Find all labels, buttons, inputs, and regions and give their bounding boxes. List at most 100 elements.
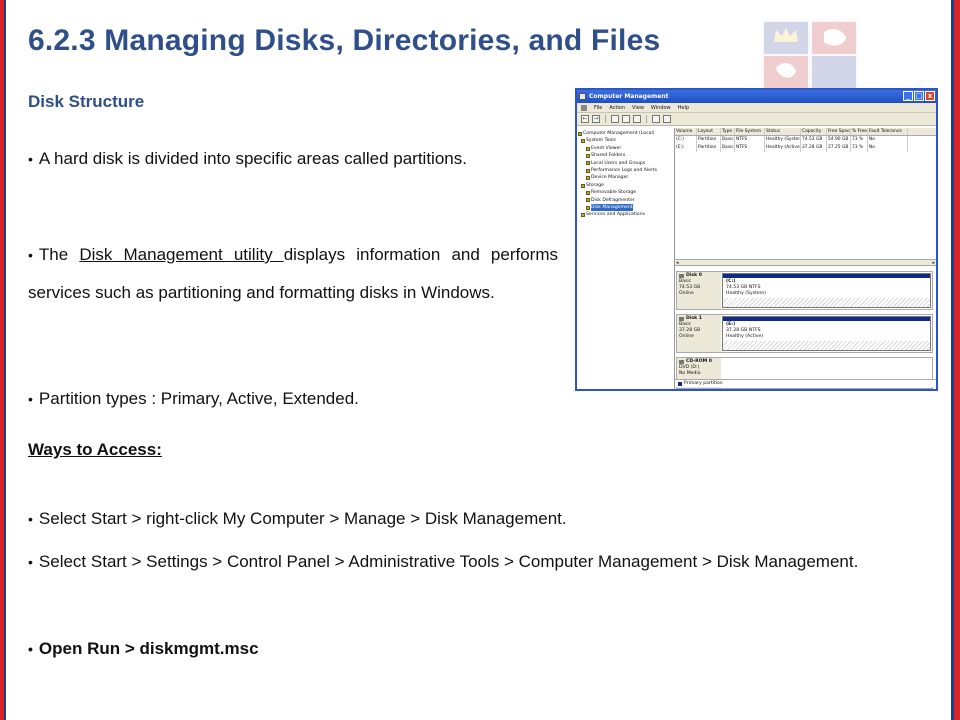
maximize-button[interactable]: □: [914, 91, 924, 101]
column-volume[interactable]: Volume: [675, 128, 697, 135]
performance-icon: [586, 168, 590, 173]
bullet-text: Select Start > right-click My Computer >…: [38, 509, 567, 528]
tree-item-services-applications[interactable]: Services and Applications: [578, 211, 673, 218]
partition-c[interactable]: (C:) 74.53 GB NTFS Healthy (System): [722, 273, 931, 308]
back-arrow-icon[interactable]: ←: [581, 115, 589, 123]
toolbar: ← →: [577, 113, 936, 126]
bullet-partition-types: • Partition types : Primary, Active, Exte…: [28, 380, 568, 418]
disk-icon: [679, 317, 684, 321]
cell-file-system: NTFS: [735, 136, 765, 144]
partition-legend: Primary partition: [675, 379, 936, 387]
show-hide-tree-icon[interactable]: [622, 115, 630, 123]
access-step-control-panel: • Select Start > Settings > Control Panel…: [28, 543, 940, 581]
window-title: Computer Management: [589, 93, 669, 100]
computer-icon: [578, 131, 582, 136]
tree-item-disk-management[interactable]: Disk Management: [578, 204, 673, 212]
menu-window[interactable]: Window: [651, 103, 671, 112]
disk-status: Online: [679, 291, 694, 296]
tools-icon: [581, 139, 585, 144]
cell-status: Healthy (System): [766, 136, 801, 144]
partition-status: Healthy (System): [726, 291, 766, 296]
volume-row[interactable]: (E:) Partition Basic NTFS Healthy (Activ…: [675, 144, 936, 152]
tree-item-local-users[interactable]: Local Users and Groups: [578, 160, 673, 167]
access-step-run: • Open Run > diskmgmt.msc: [28, 630, 628, 668]
cell-volume: (E:): [675, 144, 697, 152]
removable-storage-icon: [586, 190, 590, 195]
cell-fault-tolerance: No: [868, 144, 908, 152]
tree-item-system-tools[interactable]: System Tools: [578, 137, 673, 144]
section-subhead: Disk Structure: [28, 92, 145, 111]
legend-label: Primary partition: [684, 381, 723, 386]
cell-percent-free: 73 %: [851, 144, 868, 152]
slide-title: 6.2.3 Managing Disks, Directories, and F…: [28, 24, 661, 57]
ways-to-access-heading: Ways to Access:: [28, 440, 162, 459]
disk-0-row[interactable]: Disk 0 Basic 74.53 GB Online (C:) 74.53 …: [676, 271, 933, 310]
tree-item-disk-defragmenter[interactable]: Disk Defragmenter: [578, 197, 673, 204]
forward-arrow-icon[interactable]: →: [592, 115, 600, 123]
window-controls: _ □ x: [903, 91, 935, 101]
up-folder-icon[interactable]: [611, 115, 619, 123]
computer-management-icon: [579, 93, 586, 100]
cell-layout: Partition: [697, 144, 721, 152]
crest-logo: [762, 20, 858, 90]
column-percent-free[interactable]: % Free: [851, 128, 868, 135]
defragmenter-icon: [586, 198, 590, 203]
settings-icon[interactable]: [663, 115, 671, 123]
partition-label: (E:): [726, 322, 736, 327]
column-capacity[interactable]: Capacity: [801, 128, 827, 135]
tree-item-computer-management[interactable]: Computer Management (Local): [578, 130, 673, 137]
column-file-system[interactable]: File System: [735, 128, 765, 135]
bullet-glyph: •: [28, 554, 33, 570]
bullet-glyph: •: [28, 511, 33, 527]
help-icon[interactable]: [652, 115, 660, 123]
column-type[interactable]: Type: [721, 128, 735, 135]
menu-view[interactable]: View: [632, 103, 644, 112]
event-viewer-icon: [586, 146, 590, 151]
volume-row[interactable]: (C:) Partition Basic NTFS Healthy (Syste…: [675, 136, 936, 144]
cell-free-space: 54.90 GB: [827, 136, 851, 144]
bullet-glyph: •: [28, 151, 33, 167]
tree-item-shared-folders[interactable]: Shared Folders: [578, 152, 673, 159]
tree-item-removable-storage[interactable]: Removable Storage: [578, 189, 673, 196]
users-icon: [586, 161, 590, 166]
toolbar-separator: [605, 115, 606, 123]
bullet-text: Open Run > diskmgmt.msc: [38, 639, 259, 658]
cell-file-system: NTFS: [735, 144, 765, 152]
computer-management-window: Computer Management _ □ x File Action Vi…: [575, 88, 938, 391]
tree-item-event-viewer[interactable]: Event Viewer: [578, 145, 673, 152]
menu-action[interactable]: Action: [609, 103, 625, 112]
window-panes: Computer Management (Local) System Tools…: [577, 128, 936, 389]
column-layout[interactable]: Layout: [697, 128, 721, 135]
volume-list-header: Volume Layout Type File System Status Ca…: [675, 128, 936, 136]
properties-icon[interactable]: [633, 115, 641, 123]
disk-info: Disk 1 Basic 37.28 GB Online: [677, 315, 721, 352]
disk-1-row[interactable]: Disk 1 Basic 37.28 GB Online (E:) 37.28 …: [676, 314, 933, 353]
partition-e[interactable]: (E:) 37.28 GB NTFS Healthy (Active): [722, 316, 931, 351]
menu-file[interactable]: File: [594, 103, 602, 112]
bullet-glyph: •: [28, 391, 33, 407]
mmc-menu-icon: [581, 105, 587, 111]
tree-item-performance-logs[interactable]: Performance Logs and Alerts: [578, 167, 673, 174]
column-fault-tolerance[interactable]: Fault Tolerance: [868, 128, 908, 135]
services-icon: [581, 213, 585, 218]
column-status[interactable]: Status: [765, 128, 801, 135]
minimize-button[interactable]: _: [903, 91, 913, 101]
close-button[interactable]: x: [925, 91, 935, 101]
tree-item-storage[interactable]: Storage: [578, 182, 673, 189]
cell-volume: (C:): [675, 136, 697, 144]
tree-item-device-manager[interactable]: Device Manager: [578, 174, 673, 181]
cell-layout: Partition: [697, 136, 721, 144]
shared-folder-icon: [586, 153, 590, 158]
horizontal-scrollbar[interactable]: ◂ ▸: [675, 259, 936, 266]
column-free-space[interactable]: Free Space: [827, 128, 851, 135]
disk-management-link[interactable]: Disk Management utility: [79, 245, 283, 264]
scroll-left-icon[interactable]: ◂: [676, 260, 679, 266]
partition-size: 74.53 GB NTFS: [726, 285, 761, 290]
menu-help[interactable]: Help: [678, 103, 689, 112]
disk-status: Online: [679, 334, 694, 339]
access-step-manage: • Select Start > right-click My Computer …: [28, 500, 928, 538]
device-manager-icon: [586, 176, 590, 181]
disk-icon: [679, 274, 684, 278]
scroll-right-icon[interactable]: ▸: [932, 260, 935, 266]
window-titlebar[interactable]: Computer Management _ □ x: [577, 90, 936, 103]
